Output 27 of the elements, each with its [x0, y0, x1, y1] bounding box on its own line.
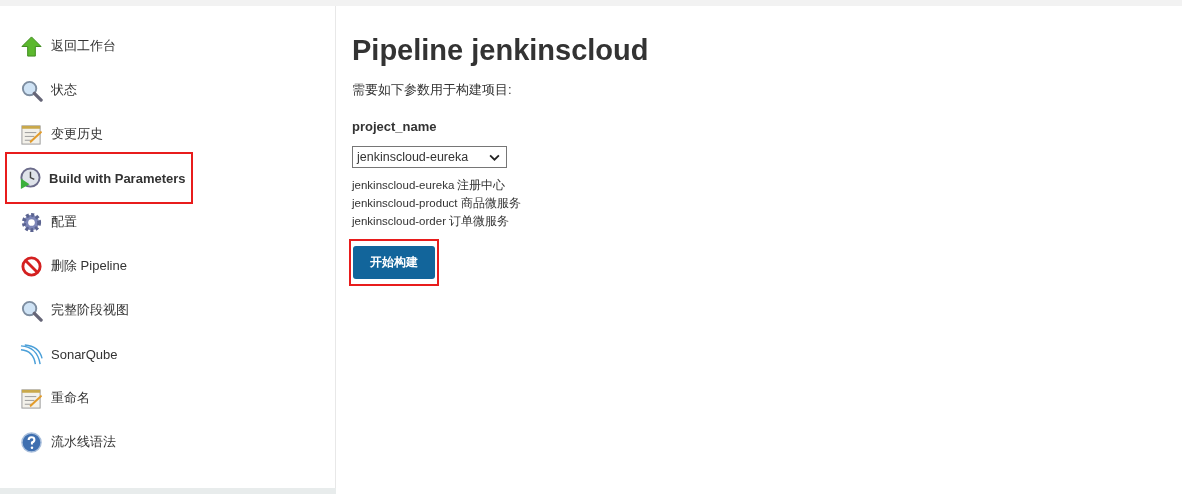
caret-icon [489, 153, 500, 161]
notepad-pencil-icon [20, 386, 43, 410]
sidebar-link[interactable]: 流水线语法 [0, 420, 185, 464]
sidebar-link[interactable]: 返回工作台 [0, 24, 185, 68]
project-dropdown[interactable]: jenkinscloud-eureka [352, 146, 507, 168]
sidebar-link[interactable]: 重命名 [0, 376, 185, 420]
settings-icon [20, 210, 43, 234]
sonar-waves-icon [20, 342, 43, 366]
search-icon [20, 298, 43, 322]
description-line: jenkinscloud-eureka 注册中心 [352, 178, 507, 193]
intro-text: 需要如下参数用于构建项目: [352, 81, 513, 99]
description-line: jenkinscloud-order 订单微服务 [352, 214, 511, 229]
sidebar-link[interactable]: 状态 [0, 68, 185, 112]
sidebar-link[interactable]: 删除 Pipeline [0, 244, 185, 288]
build-button[interactable]: 开始构建 [353, 246, 435, 279]
clock-play-icon [18, 166, 41, 190]
page-title: Pipeline jenkinscloud [352, 34, 649, 67]
notepad-pencil-icon [20, 122, 43, 146]
sidebar-link[interactable]: 完整阶段视图 [0, 288, 185, 332]
sidebar-link[interactable]: SonarQube [0, 332, 185, 376]
up-arrow-icon [20, 34, 43, 58]
highlighted-sidebar-link[interactable]: Build with Parameters [5, 152, 193, 204]
prohibited-icon [20, 254, 43, 278]
description-line: jenkinscloud-product 商品微服务 [352, 196, 522, 211]
parameter-name: project_name [352, 119, 438, 134]
help-icon [20, 430, 43, 454]
search-icon [20, 78, 43, 102]
